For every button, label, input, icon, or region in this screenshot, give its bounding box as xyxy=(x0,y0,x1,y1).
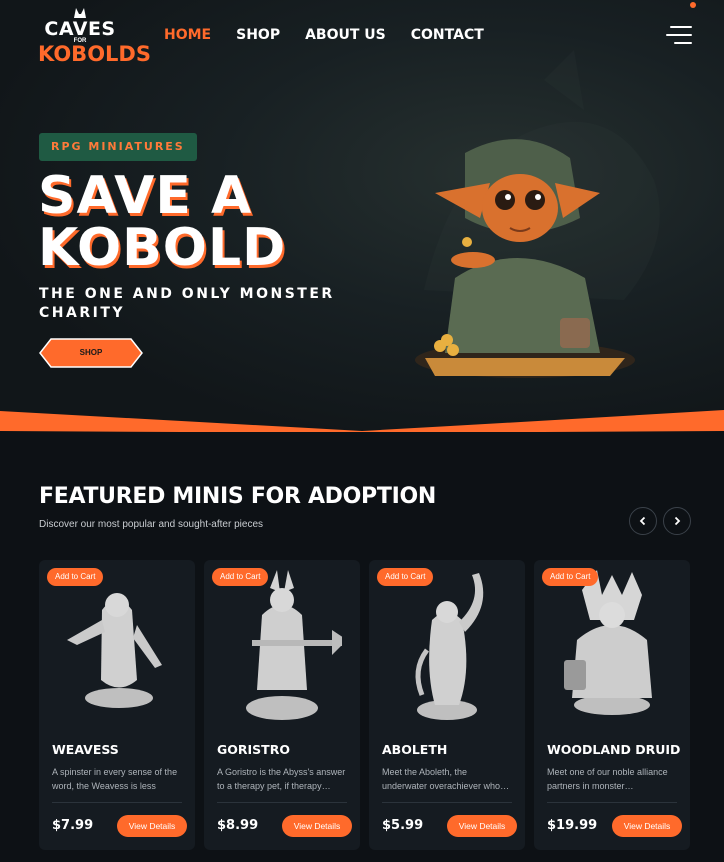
kobold-illustration xyxy=(415,139,635,378)
product-image-weavess xyxy=(67,593,162,708)
carousel-prev-button[interactable] xyxy=(629,507,657,535)
product-description: A spinster in every sense of the word, t… xyxy=(52,767,178,791)
logo-text-caves: CAVES xyxy=(44,18,116,40)
product-name: WEAVESS xyxy=(52,742,119,757)
product-price: $5.99 xyxy=(382,818,424,833)
category-badge: RPG MINIATURES xyxy=(39,133,197,161)
product-price: $7.99 xyxy=(52,818,94,833)
hamburger-icon[interactable] xyxy=(664,24,692,46)
add-to-cart-button[interactable]: Add to Cart xyxy=(542,568,599,586)
product-description: A Goristro is the Abyss's answer to a th… xyxy=(217,767,346,791)
product-card[interactable]: Add to Cart ABOLETH Meet the Aboleth, th… xyxy=(369,560,525,850)
view-details-button[interactable]: View Details xyxy=(447,815,517,837)
product-card[interactable]: Add to Cart GORISTRO A Goristro is the A… xyxy=(204,560,360,850)
hero-title-line-1: SAVE A xyxy=(38,166,253,226)
featured-section-title: FEATURED MINIS FOR ADOPTION xyxy=(39,484,436,509)
hero-bottom-divider xyxy=(0,410,724,432)
chevron-right-icon xyxy=(674,516,681,526)
product-image-woodland-druid xyxy=(564,570,652,715)
product-card[interactable]: Add to Cart WOODLAND DRUID Meet one of o… xyxy=(534,560,690,850)
view-details-button[interactable]: View Details xyxy=(117,815,187,837)
product-description: Meet the Aboleth, the underwater overach… xyxy=(382,767,510,791)
card-divider xyxy=(217,802,347,803)
product-price: $19.99 xyxy=(547,818,598,833)
notification-dot xyxy=(690,2,696,8)
card-divider xyxy=(547,802,677,803)
product-image-goristro xyxy=(246,570,342,720)
hero-subtitle: THE ONE AND ONLY MONSTER CHARITY xyxy=(39,286,335,321)
nav-contact[interactable]: CONTACT xyxy=(411,27,484,43)
view-details-button[interactable]: View Details xyxy=(612,815,682,837)
product-card[interactable]: Add to Cart WEAVESS A spinster in every … xyxy=(39,560,195,850)
product-name: GORISTRO xyxy=(217,742,290,757)
view-details-button[interactable]: View Details xyxy=(282,815,352,837)
product-description: Meet one of our noble alliance partners … xyxy=(547,767,668,791)
card-divider xyxy=(52,802,182,803)
add-to-cart-button[interactable]: Add to Cart xyxy=(377,568,434,586)
main-nav: HOME SHOP ABOUT US CONTACT xyxy=(164,27,484,43)
kobold-horns-icon xyxy=(74,8,86,18)
hero-title: SAVE A KOBOLD xyxy=(38,170,286,274)
product-name: ABOLETH xyxy=(382,742,448,757)
product-image-aboleth xyxy=(415,573,484,720)
featured-section-subtitle: Discover our most popular and sought-aft… xyxy=(39,519,264,530)
nav-home[interactable]: HOME xyxy=(164,27,211,43)
shop-button-label: SHOP xyxy=(79,348,103,357)
nav-shop[interactable]: SHOP xyxy=(236,27,280,43)
site-header: CAVES FOR KOBOLDS HOME SHOP ABOUT US CON… xyxy=(0,0,724,70)
product-price: $8.99 xyxy=(217,818,259,833)
logo-text-kobolds: KOBOLDS xyxy=(38,42,151,66)
hero-title-line-2: KOBOLD xyxy=(38,218,287,278)
shop-button[interactable]: SHOP xyxy=(39,338,143,368)
product-name: WOODLAND DRUID xyxy=(547,742,681,757)
carousel-next-button[interactable] xyxy=(663,507,691,535)
site-logo[interactable]: CAVES FOR KOBOLDS xyxy=(38,6,151,66)
add-to-cart-button[interactable]: Add to Cart xyxy=(212,568,269,586)
card-divider xyxy=(382,802,512,803)
chevron-left-icon xyxy=(639,516,646,526)
hero-section: CAVES FOR KOBOLDS HOME SHOP ABOUT US CON… xyxy=(0,0,724,432)
nav-about-us[interactable]: ABOUT US xyxy=(305,27,386,43)
add-to-cart-button[interactable]: Add to Cart xyxy=(47,568,104,586)
